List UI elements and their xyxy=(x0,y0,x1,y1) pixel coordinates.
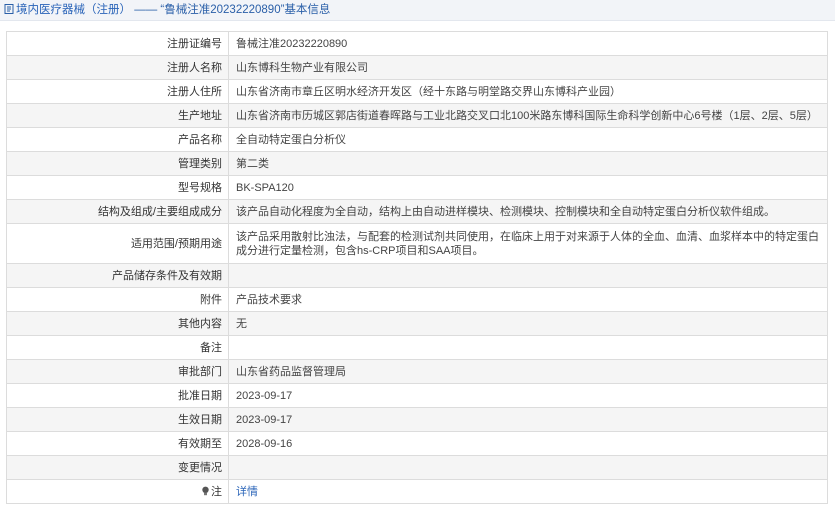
field-label: 适用范围/预期用途 xyxy=(6,223,229,264)
field-label: 变更情况 xyxy=(6,455,229,480)
lightbulb-icon xyxy=(201,486,210,496)
field-label: 有效期至 xyxy=(6,431,229,456)
field-label: 产品名称 xyxy=(6,127,229,152)
table-row: 适用范围/预期用途 该产品采用散射比浊法，与配套的检测试剂共同使用，在临床上用于… xyxy=(6,223,828,264)
table-row: 备注 xyxy=(6,335,828,360)
table-row: 管理类别 第二类 xyxy=(6,151,828,176)
breadcrumb-category-link[interactable]: 境内医疗器械（注册） xyxy=(16,4,131,16)
field-label: 注册人名称 xyxy=(6,55,229,80)
table-row: 结构及组成/主要组成成分 该产品自动化程度为全自动，结构上由自动进样模块、检测模… xyxy=(6,199,828,224)
field-value-registrant-address: 山东省济南市章丘区明水经济开发区（经十东路与明堂路交界山东博科产业园） xyxy=(228,79,828,104)
details-link[interactable]: 详情 xyxy=(236,486,258,498)
field-label: 审批部门 xyxy=(6,359,229,384)
field-label: 批准日期 xyxy=(6,383,229,408)
field-label: 管理类别 xyxy=(6,151,229,176)
table-row: 有效期至 2028-09-16 xyxy=(6,431,828,456)
field-value-approval-date: 2023-09-17 xyxy=(228,383,828,408)
field-value-registrant-name: 山东博科生物产业有限公司 xyxy=(228,55,828,80)
field-value-management-category: 第二类 xyxy=(228,151,828,176)
table-row: 审批部门 山东省药品监督管理局 xyxy=(6,359,828,384)
field-label: 注册人住所 xyxy=(6,79,229,104)
table-row: 注册人住所 山东省济南市章丘区明水经济开发区（经十东路与明堂路交界山东博科产业园… xyxy=(6,79,828,104)
note-value-cell: 详情 xyxy=(228,479,828,504)
field-label: 注册证编号 xyxy=(6,31,229,56)
info-table-container: 注册证编号 鲁械注准20232220890 注册人名称 山东博科生物产业有限公司… xyxy=(6,31,828,504)
table-row: 注册证编号 鲁械注准20232220890 xyxy=(6,31,828,56)
info-table: 注册证编号 鲁械注准20232220890 注册人名称 山东博科生物产业有限公司… xyxy=(6,31,828,504)
field-value-model-spec: BK-SPA120 xyxy=(228,175,828,200)
page-header: 境内医疗器械（注册） —— “鲁械注准20232220890”基本信息 xyxy=(0,0,835,21)
field-value-intended-use: 该产品采用散射比浊法，与配套的检测试剂共同使用，在临床上用于对来源于人体的全血、… xyxy=(228,223,828,264)
field-label: 生产地址 xyxy=(6,103,229,128)
table-row: 产品名称 全自动特定蛋白分析仪 xyxy=(6,127,828,152)
field-value-production-address: 山东省济南市历城区郭店街道春晖路与工业北路交叉口北100米路东博科国际生命科学创… xyxy=(228,103,828,128)
field-value-storage-validity xyxy=(228,263,828,288)
field-value-approval-department: 山东省药品监督管理局 xyxy=(228,359,828,384)
field-label: 其他内容 xyxy=(6,311,229,336)
field-value-product-name: 全自动特定蛋白分析仪 xyxy=(228,127,828,152)
field-value-structure-composition: 该产品自动化程度为全自动，结构上由自动进样模块、检测模块、控制模块和全自动特定蛋… xyxy=(228,199,828,224)
table-row: 注 详情 xyxy=(6,479,828,504)
field-value-expiry-date: 2028-09-16 xyxy=(228,431,828,456)
table-row: 生效日期 2023-09-17 xyxy=(6,407,828,432)
breadcrumb-separator: —— xyxy=(134,4,158,16)
field-value-attachment: 产品技术要求 xyxy=(228,287,828,312)
field-label: 备注 xyxy=(6,335,229,360)
page-title: “鲁械注准20232220890”基本信息 xyxy=(160,4,331,16)
field-value-other-content: 无 xyxy=(228,311,828,336)
table-row: 注册人名称 山东博科生物产业有限公司 xyxy=(6,55,828,80)
table-row: 其他内容 无 xyxy=(6,311,828,336)
field-label: 注 xyxy=(211,485,222,498)
field-value-effective-date: 2023-09-17 xyxy=(228,407,828,432)
table-row: 产品储存条件及有效期 xyxy=(6,263,828,288)
field-value-registration-number: 鲁械注准20232220890 xyxy=(228,31,828,56)
field-label: 生效日期 xyxy=(6,407,229,432)
field-value-remarks xyxy=(228,335,828,360)
field-label: 产品储存条件及有效期 xyxy=(6,263,229,288)
table-row: 批准日期 2023-09-17 xyxy=(6,383,828,408)
field-value-change-status xyxy=(228,455,828,480)
table-row: 型号规格 BK-SPA120 xyxy=(6,175,828,200)
table-row: 变更情况 xyxy=(6,455,828,480)
note-label-cell: 注 xyxy=(6,479,229,504)
field-label: 结构及组成/主要组成成分 xyxy=(6,199,229,224)
table-row: 生产地址 山东省济南市历城区郭店街道春晖路与工业北路交叉口北100米路东博科国际… xyxy=(6,103,828,128)
field-label: 型号规格 xyxy=(6,175,229,200)
document-icon xyxy=(4,1,14,14)
table-row: 附件 产品技术要求 xyxy=(6,287,828,312)
field-label: 附件 xyxy=(6,287,229,312)
